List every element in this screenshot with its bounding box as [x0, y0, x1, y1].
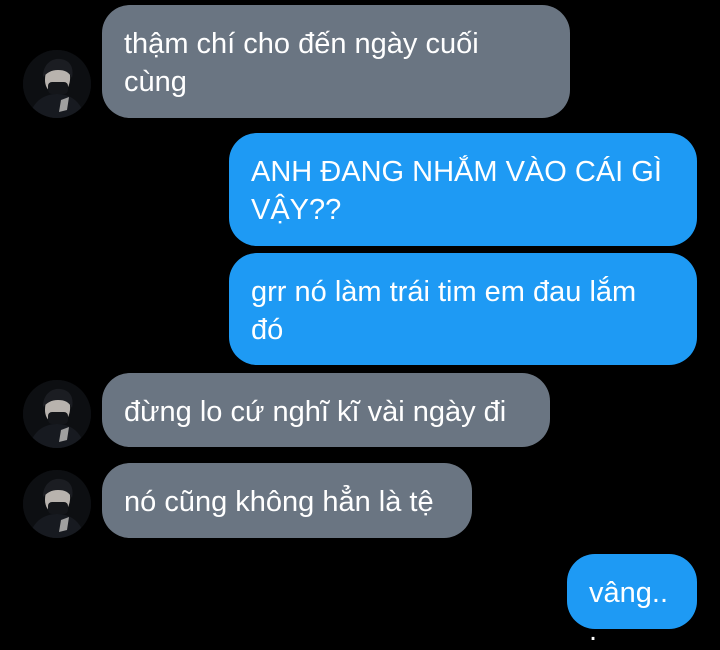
contact-avatar-icon[interactable]	[23, 50, 91, 118]
message-bubble-incoming[interactable]: nó cũng không hẳn là tệ	[102, 463, 472, 538]
message-bubble-incoming[interactable]: đừng lo cứ nghĩ kĩ vài ngày đi	[102, 373, 550, 447]
message-bubble-incoming[interactable]: thậm chí cho đến ngày cuối cùng	[102, 5, 570, 118]
contact-avatar-icon[interactable]	[23, 470, 91, 538]
message-bubble-outgoing[interactable]: vâng...	[567, 554, 697, 647]
contact-avatar-icon[interactable]	[23, 380, 91, 448]
message-bubble-outgoing[interactable]: grr nó làm trái tim em đau lắm đó	[229, 253, 697, 365]
message-bubble-outgoing[interactable]: ANH ĐANG NHẮM VÀO CÁI GÌ VẬY??	[229, 133, 697, 246]
